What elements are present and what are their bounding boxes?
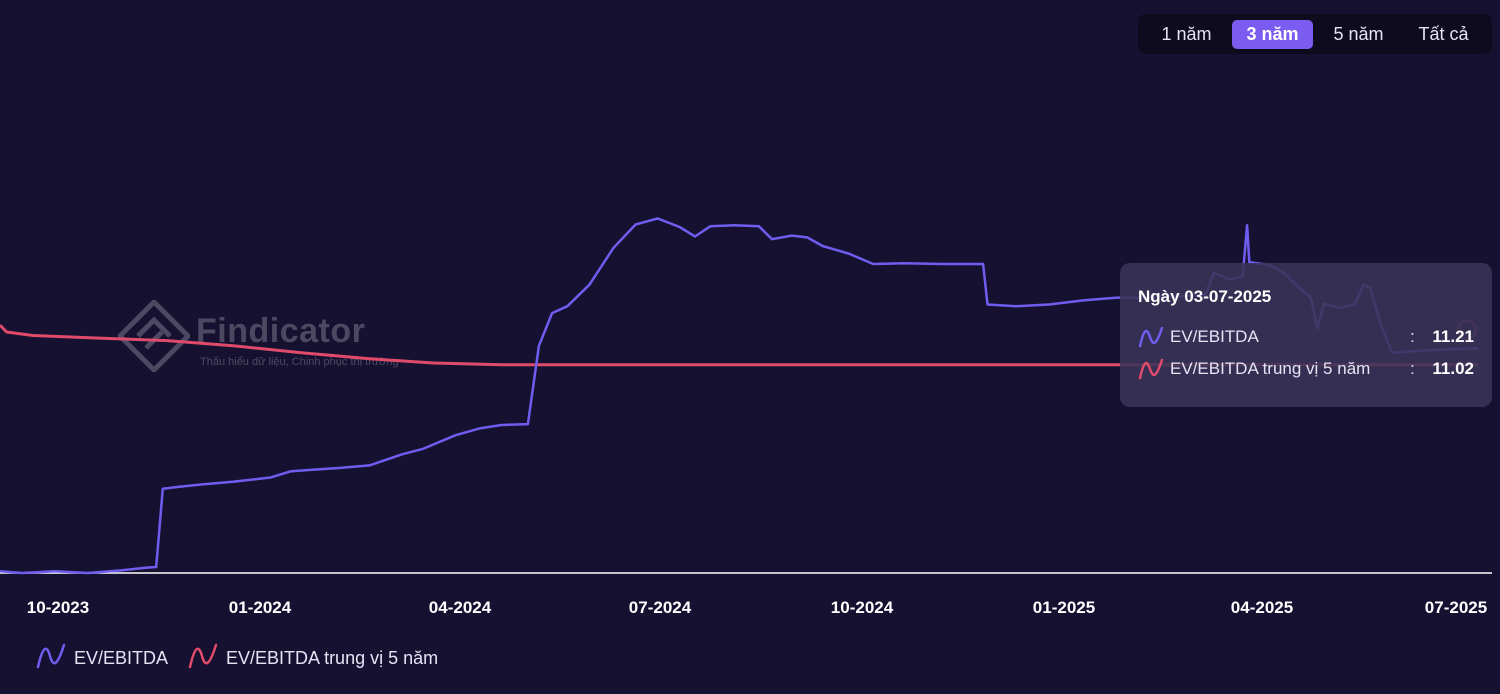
wave-icon [1138, 326, 1170, 348]
x-tick-label: 07-2025 [1424, 598, 1488, 617]
tooltip: Ngày 03-07-2025 EV/EBITDA : 11.21 EV/EBI… [1120, 263, 1492, 407]
x-tick-label: 10-2023 [26, 598, 90, 617]
tooltip-value: 11.21 [1432, 327, 1474, 346]
x-tick-label: 04-2024 [428, 598, 492, 617]
legend-item-median[interactable]: EV/EBITDA trung vị 5 năm [188, 643, 438, 674]
wave-icon [36, 643, 66, 674]
tooltip-colon: : [1410, 327, 1415, 346]
tooltip-colon: : [1410, 359, 1415, 378]
legend-item-ev-ebitda[interactable]: EV/EBITDA [36, 643, 168, 674]
tooltip-row-median: EV/EBITDA trung vị 5 năm : 11.02 [1138, 353, 1474, 385]
wave-icon [188, 643, 218, 674]
legend: EV/EBITDA EV/EBITDA trung vị 5 năm [36, 643, 438, 674]
x-tick-label: 04-2025 [1230, 598, 1294, 617]
wave-icon [1138, 358, 1170, 380]
tooltip-value: 11.02 [1432, 359, 1474, 378]
legend-label: EV/EBITDA [74, 648, 169, 668]
tooltip-title: Ngày 03-07-2025 [1138, 287, 1272, 306]
x-tick-label: 01-2024 [228, 598, 292, 617]
tooltip-row-ev-ebitda: EV/EBITDA : 11.21 [1138, 321, 1474, 353]
chart-container: 1 năm 3 năm 5 năm Tất cả Findicator Thấu… [0, 0, 1500, 694]
x-tick-label: 07-2024 [628, 598, 692, 617]
x-tick-label: 10-2024 [830, 598, 894, 617]
tooltip-label: EV/EBITDA trung vị 5 năm [1170, 359, 1371, 378]
tooltip-label: EV/EBITDA [1170, 327, 1259, 346]
x-tick-label: 01-2025 [1032, 598, 1096, 617]
legend-label: EV/EBITDA trung vị 5 năm [226, 648, 439, 668]
